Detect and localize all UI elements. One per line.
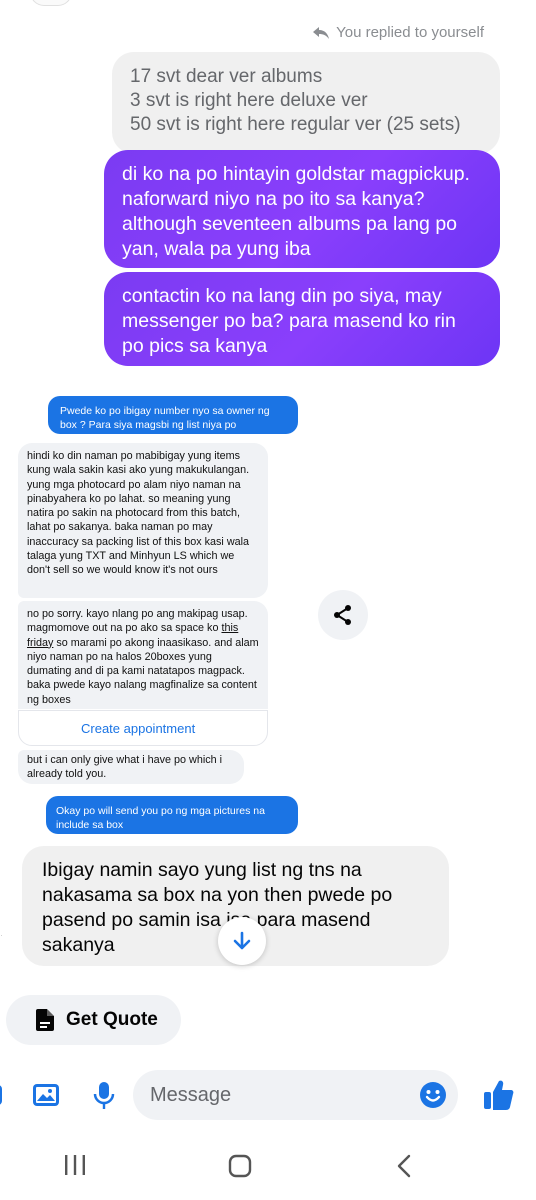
outgoing-message[interactable]: di ko na po hintayin goldstar magpickup.… bbox=[104, 150, 500, 268]
back-icon[interactable] bbox=[397, 1154, 411, 1178]
embedded-outgoing-message: Okay po will send you po ng mga pictures… bbox=[46, 796, 298, 834]
recent-apps-icon[interactable] bbox=[64, 1154, 86, 1176]
small-avatar: · bbox=[0, 930, 3, 940]
share-button[interactable] bbox=[318, 590, 368, 640]
home-icon[interactable] bbox=[228, 1154, 252, 1178]
embedded-text: so marami po akong inaasikaso. and alam … bbox=[27, 636, 259, 706]
mic-icon[interactable] bbox=[92, 1081, 116, 1111]
get-quote-label: Get Quote bbox=[66, 1009, 158, 1030]
scroll-to-bottom-button[interactable] bbox=[218, 917, 266, 965]
embedded-incoming-message: but i can only give what i have po which… bbox=[18, 750, 244, 784]
embedded-text: no po sorry. kayo nlang po ang makipag u… bbox=[27, 608, 248, 635]
embedded-incoming-message: hindi ko din naman po mabibigay yung ite… bbox=[18, 443, 268, 598]
arrow-down-icon bbox=[233, 931, 251, 950]
reply-arrow-icon bbox=[313, 26, 330, 39]
embedded-outgoing-message: Pwede ko po ibigay number nyo sa owner n… bbox=[48, 396, 298, 434]
expand-icon[interactable] bbox=[0, 1085, 4, 1105]
quoted-line: 50 svt is right here regular ver (25 set… bbox=[130, 114, 461, 135]
outgoing-message[interactable]: contactin ko na lang din po siya, may me… bbox=[104, 272, 500, 366]
get-quote-button[interactable]: Get Quote bbox=[6, 995, 181, 1045]
avatar bbox=[30, 0, 72, 6]
replied-text: You replied to yourself bbox=[336, 24, 484, 41]
quoted-line: 17 svt dear ver albums bbox=[130, 66, 323, 87]
create-appointment-link: Create appointment bbox=[18, 710, 268, 746]
document-icon bbox=[36, 1009, 54, 1031]
message-input[interactable]: Message bbox=[133, 1070, 458, 1120]
image-icon[interactable] bbox=[32, 1081, 60, 1109]
quoted-line: 3 svt is right here deluxe ver bbox=[130, 90, 368, 111]
emoji-icon[interactable] bbox=[419, 1081, 447, 1109]
embedded-incoming-message: no po sorry. kayo nlang po ang makipag u… bbox=[18, 601, 268, 709]
replied-indicator: You replied to yourself bbox=[312, 24, 484, 41]
thumbs-up-icon[interactable] bbox=[482, 1078, 516, 1112]
share-icon bbox=[334, 605, 351, 625]
quoted-message[interactable]: 17 svt dear ver albums 3 svt is right he… bbox=[112, 52, 500, 154]
